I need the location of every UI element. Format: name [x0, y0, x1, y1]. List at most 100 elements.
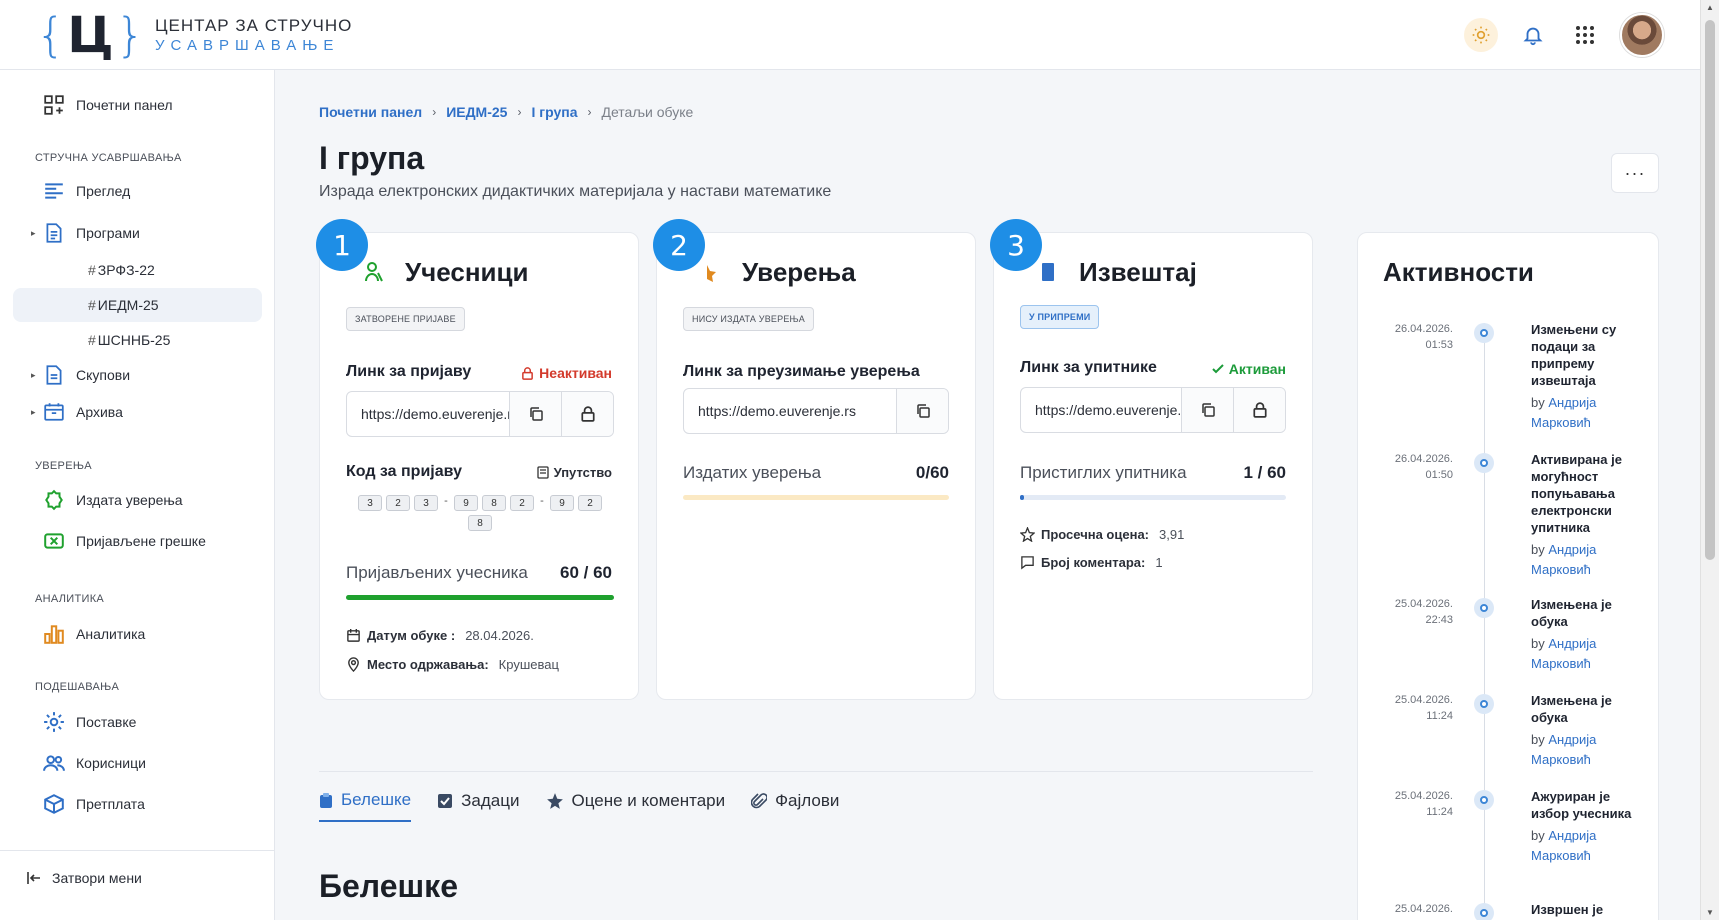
activity-time: 01:53: [1425, 339, 1453, 351]
sidebar-item-archive[interactable]: ▸ Архива: [13, 395, 262, 429]
check-icon: [1212, 364, 1224, 374]
chevron-right-icon: ›: [587, 105, 592, 119]
sidebar-section-settings: ПОДЕШАВАЊА: [35, 681, 120, 693]
caret-right-icon[interactable]: ▸: [31, 407, 36, 418]
activity-date: 25.04.2026.: [1394, 694, 1453, 706]
breadcrumb-link[interactable]: I група: [531, 104, 577, 120]
progress-bar: [1020, 495, 1286, 500]
copy-link-button[interactable]: [1181, 388, 1233, 432]
sidebar-item-dashboard[interactable]: Почетни панел: [13, 88, 262, 122]
top-header: { Ц } ЦЕНТАР ЗА СТРУЧНО УСАВРШАВАЊЕ: [0, 0, 1700, 70]
breadcrumb-link[interactable]: Почетни панел: [319, 104, 422, 120]
sidebar-label: Скупови: [76, 367, 131, 383]
page-scrollbar[interactable]: ▲ ▼: [1700, 0, 1719, 920]
training-place: Место одржавања: Крушевац: [346, 657, 559, 672]
activity-time: 11:24: [1426, 710, 1453, 722]
timeline-dot-icon: [1474, 694, 1494, 714]
activity-text: Измењена је обука: [1531, 597, 1612, 629]
document-icon: [536, 466, 549, 479]
sidebar-item-overview[interactable]: Преглед: [13, 174, 262, 208]
certificates-card: 2 Уверења НИСУ ИЗДАТА УВЕРЕЊА Линк за пр…: [653, 219, 976, 700]
avg-label: Просечна оцена:: [1041, 527, 1150, 542]
progress-value: 1 / 60: [1243, 463, 1286, 482]
tab-tasks[interactable]: Задаци: [437, 790, 520, 822]
activity-time: 22:43: [1425, 614, 1453, 626]
timeline-dot-icon: [1474, 453, 1494, 473]
activity-date: 26.04.2026.: [1394, 323, 1453, 335]
scroll-down-arrow-icon[interactable]: ▼: [1706, 908, 1714, 917]
apps-button[interactable]: [1568, 18, 1602, 52]
timeline-line: [1484, 323, 1485, 920]
logo-line1: ЦЕНТАР ЗА СТРУЧНО: [154, 15, 353, 35]
sidebar-label: Поставке: [76, 714, 137, 730]
star-icon: [707, 265, 716, 282]
sidebar-item-meetings[interactable]: ▸ Скупови: [13, 358, 262, 392]
sidebar-item-subscription[interactable]: Претплата: [13, 787, 262, 821]
sidebar-item-program-active[interactable]: # ИЕДМ-25: [13, 288, 262, 322]
more-options-button[interactable]: ···: [1611, 153, 1659, 193]
caret-right-icon[interactable]: ▸: [31, 228, 36, 239]
sidebar-label: Аналитика: [76, 626, 146, 642]
sidebar-item-users[interactable]: Корисници: [13, 746, 262, 780]
progress-label: Пристиглих упитника: [1020, 463, 1187, 482]
certificate-link-value[interactable]: https://demo.euverenje.rs: [684, 389, 896, 433]
activity-text: Извршен је: [1531, 902, 1604, 917]
dashboard-icon: [44, 95, 64, 115]
registration-code: 3 2 3 - 9 8 2 - 9 2 8: [345, 495, 615, 531]
comments-count: Број коментара: 1: [1020, 555, 1163, 570]
sidebar-section-training: СТРУЧНА УСАВРШАВАЊА: [35, 152, 182, 164]
activity-text: Измењена је обука: [1531, 693, 1612, 725]
star-outline-icon: [1020, 527, 1035, 542]
activity-date: 25.04.2026.: [1394, 903, 1453, 915]
timeline-dot-icon: [1474, 323, 1494, 343]
step-number-badge: 1: [316, 219, 368, 271]
code-digit: 3: [358, 495, 382, 511]
sidebar-item-analytics[interactable]: Аналитика: [13, 617, 262, 651]
lock-link-button[interactable]: [1233, 388, 1285, 432]
collapse-left-icon: [27, 872, 40, 884]
tab-label: Белешке: [341, 790, 412, 809]
theme-toggle-button[interactable]: [1464, 17, 1498, 52]
tab-files[interactable]: Фајлови: [751, 790, 839, 822]
sidebar-item-issued-certificates[interactable]: Издата уверења: [13, 483, 262, 517]
notifications-button[interactable]: [1516, 18, 1550, 52]
sidebar-item-reported-errors[interactable]: Пријављене грешке: [13, 524, 262, 558]
sidebar-item-program[interactable]: # ШСННБ-25: [13, 323, 262, 357]
copy-link-button[interactable]: [509, 392, 561, 436]
avatar[interactable]: [1620, 12, 1664, 57]
sidebar-item-programs[interactable]: ▸ Програми: [13, 216, 262, 250]
scroll-up-arrow-icon[interactable]: ▲: [1706, 3, 1714, 12]
sidebar-label: ШСННБ-25: [97, 332, 171, 348]
gear-icon: [44, 712, 64, 732]
comments-label: Број коментара:: [1041, 555, 1146, 570]
scroll-thumb[interactable]: [1705, 20, 1715, 560]
tab-label: Фајлови: [775, 791, 840, 810]
copy-link-button[interactable]: [896, 389, 948, 433]
guide-link[interactable]: Упутство: [536, 465, 612, 480]
star-icon: [546, 793, 563, 809]
lock-link-button[interactable]: [561, 392, 613, 436]
tab-ratings[interactable]: Оцене и коментари: [546, 790, 726, 822]
activity-text: Активирана је могућност попуњавања елект…: [1531, 452, 1622, 535]
breadcrumb-link[interactable]: ИЕДМ-25: [446, 104, 507, 120]
tab-label: Оцене и коментари: [571, 791, 726, 810]
training-date: Датум обуке : 28.04.2026.: [346, 628, 534, 643]
list-icon: [45, 183, 63, 199]
close-menu-button[interactable]: Затвори мени: [26, 870, 142, 886]
activities-panel: Активности 26.04.2026. 01:53 Измењени су …: [1357, 232, 1659, 920]
survey-link-value[interactable]: https://demo.euverenje.rs: [1021, 388, 1181, 432]
logo[interactable]: { Ц } ЦЕНТАР ЗА СТРУЧНО УСАВРШАВАЊЕ: [36, 10, 352, 60]
bell-icon: [1523, 27, 1543, 45]
registration-link-value[interactable]: https://demo.euverenje.rs: [347, 392, 509, 436]
document-icon: [46, 223, 62, 243]
sidebar-item-program[interactable]: # ЗРФЗ-22: [13, 253, 262, 287]
tab-notes[interactable]: Белешке: [319, 790, 412, 822]
code-digit: 9: [454, 495, 478, 511]
caret-right-icon[interactable]: ▸: [31, 370, 36, 381]
activity-time: 01:50: [1425, 469, 1453, 481]
sidebar-label: ЗРФЗ-22: [97, 262, 155, 278]
sidebar-label: Претплата: [76, 796, 145, 812]
lock-icon: [580, 406, 595, 422]
sidebar-item-settings[interactable]: Поставке: [13, 705, 262, 739]
activity-date: 25.04.2026.: [1394, 598, 1453, 610]
